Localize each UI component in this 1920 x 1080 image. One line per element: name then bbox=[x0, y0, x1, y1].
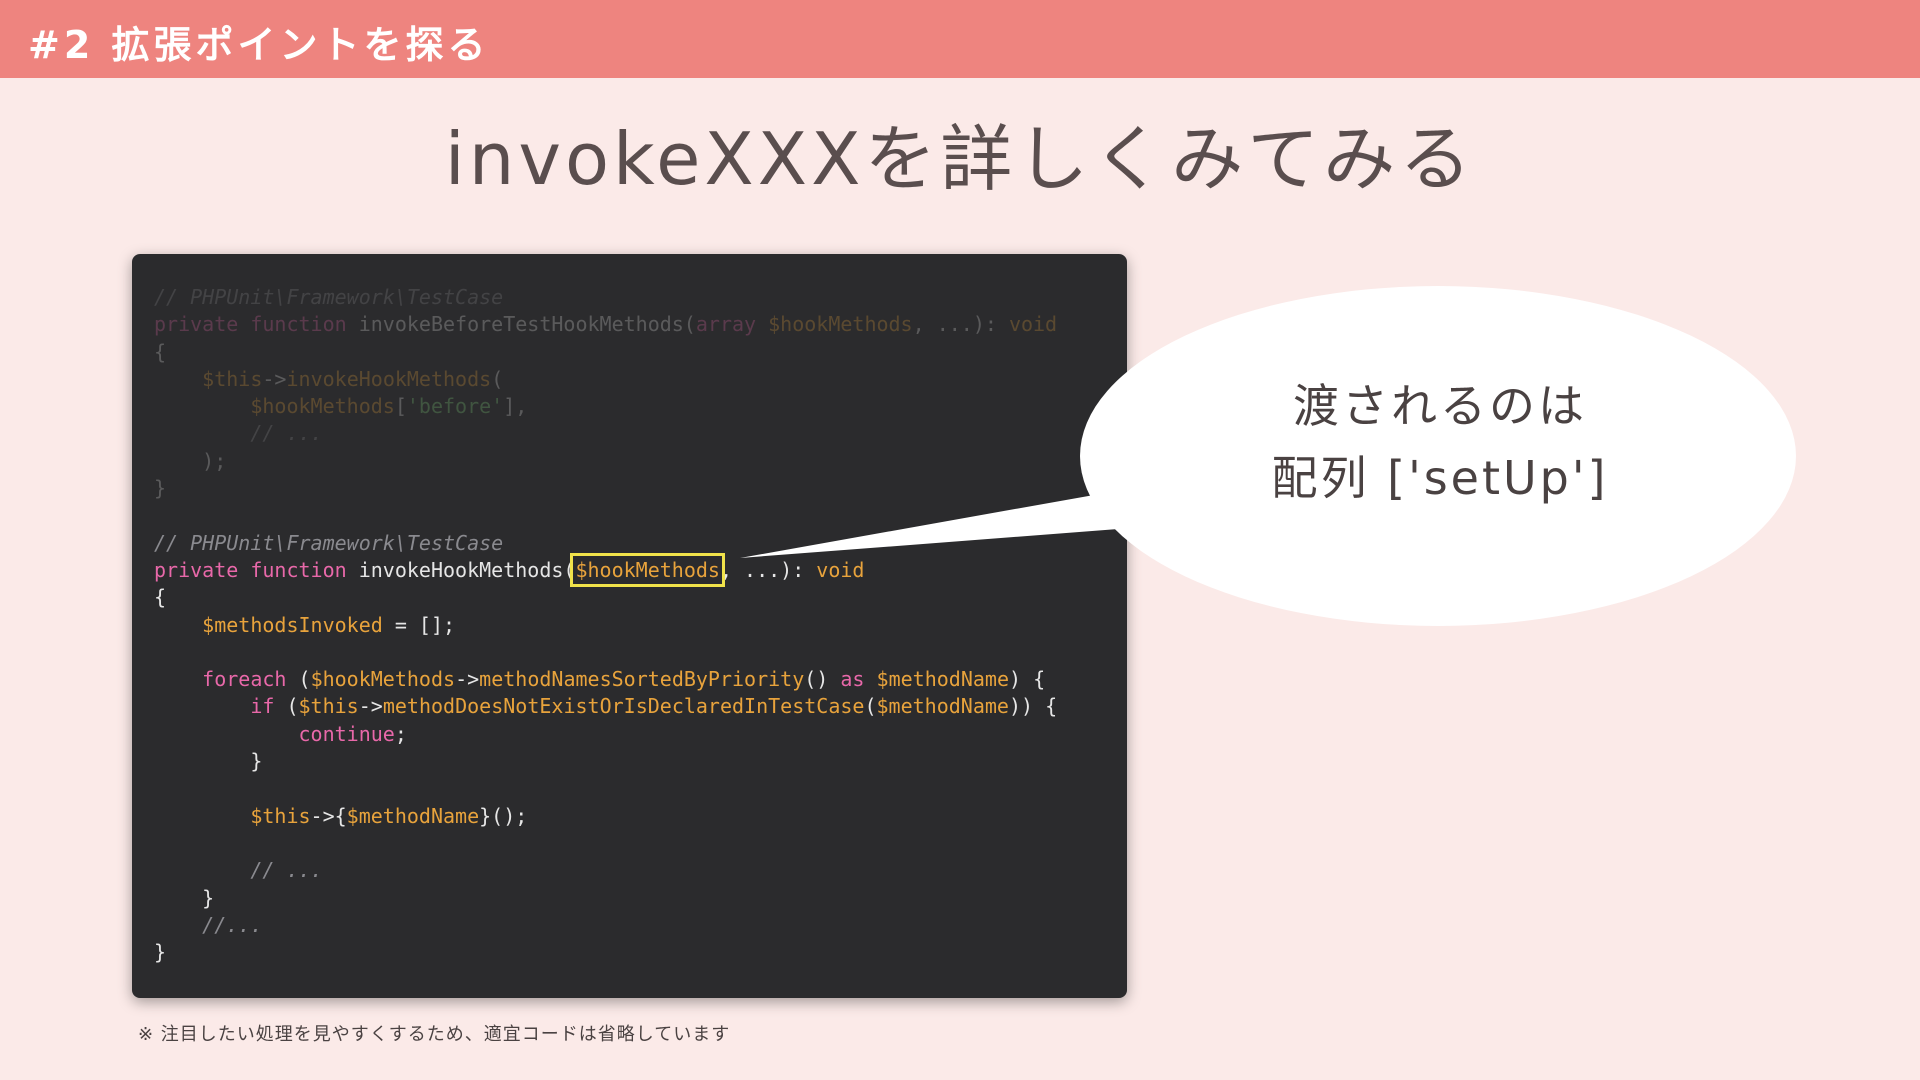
code-token: ( bbox=[864, 694, 877, 719]
code-token: continue bbox=[298, 721, 395, 746]
code-token: // ... bbox=[250, 421, 323, 446]
code-token: //... bbox=[202, 912, 263, 937]
code-token: ->{ bbox=[310, 803, 347, 828]
code-token: [ bbox=[394, 394, 407, 419]
code-token: }(); bbox=[479, 803, 528, 828]
code-token: = []; bbox=[382, 612, 456, 637]
code-token: ) { bbox=[1008, 667, 1046, 692]
code-token: methodNamesSortedByPriority bbox=[479, 667, 805, 692]
code-token: () bbox=[804, 667, 841, 692]
code-line: } bbox=[154, 939, 1057, 966]
code-token: 'before' bbox=[406, 394, 504, 419]
code-token: { bbox=[154, 339, 167, 364]
code-line: continue; bbox=[154, 721, 1057, 748]
code-line: // ... bbox=[154, 857, 1057, 884]
code-token: // PHPUnit\Framework\TestCase bbox=[154, 285, 504, 309]
code-token: as bbox=[840, 667, 865, 692]
header-bar: #2 拡張ポイントを探る bbox=[0, 0, 1920, 78]
bubble-line-2: 配列 ['setUp'] bbox=[1271, 451, 1609, 505]
code-token: private function bbox=[154, 312, 359, 337]
code-token: $this bbox=[202, 366, 263, 391]
code-token: invokeHookMethods( bbox=[358, 557, 576, 582]
code-token: private function bbox=[154, 557, 359, 582]
code-token: -> bbox=[455, 667, 480, 692]
code-token: -> bbox=[358, 694, 383, 719]
bubble-text: 渡されるのは 配列 ['setUp'] bbox=[1170, 370, 1710, 514]
code-line: foreach ($hookMethods->methodNamesSorted… bbox=[154, 666, 1057, 693]
code-line: if ($this->methodDoesNotExistOrIsDeclare… bbox=[154, 693, 1057, 720]
code-line: //... bbox=[154, 912, 1057, 939]
code-token: foreach bbox=[202, 667, 287, 692]
code-token: methodDoesNotExistOrIsDeclaredInTestCase bbox=[382, 694, 865, 719]
code-token: { bbox=[154, 585, 167, 610]
code-token: $methodName bbox=[876, 694, 1009, 719]
code-token: // PHPUnit\Framework\TestCase bbox=[154, 530, 504, 555]
code-token: ( bbox=[286, 667, 311, 692]
code-token: ( bbox=[491, 366, 504, 391]
section-title: #2 拡張ポイントを探る bbox=[28, 23, 490, 67]
code-token: ); bbox=[154, 448, 227, 473]
highlighted-parameter: $hookMethods bbox=[570, 552, 725, 587]
code-line: } bbox=[154, 748, 1057, 775]
code-token: $hookMethods bbox=[250, 394, 395, 419]
speech-bubble-tail bbox=[740, 485, 1170, 558]
code-token: } bbox=[154, 885, 215, 910]
code-token: $this bbox=[298, 694, 359, 719]
code-token: } bbox=[154, 749, 263, 774]
code-line: $this->{$methodName}(); bbox=[154, 803, 1057, 830]
code-token: )) { bbox=[1008, 694, 1058, 719]
code-token: invokeBeforeTestHookMethods( bbox=[358, 312, 696, 337]
code-token: ( bbox=[274, 694, 299, 719]
code-token: invokeHookMethods bbox=[286, 366, 492, 391]
code-token: } bbox=[154, 476, 167, 501]
code-token: // ... bbox=[250, 858, 323, 883]
code-token: $methodsInvoked bbox=[202, 612, 383, 637]
code-token: ; bbox=[394, 721, 407, 746]
code-token: } bbox=[154, 940, 167, 965]
code-token: ], bbox=[503, 394, 528, 419]
code-token: if bbox=[250, 694, 275, 719]
footnote: ※ 注目したい処理を見やすくするため、適宜コードは省略しています bbox=[138, 1024, 731, 1045]
code-token: $methodName bbox=[876, 667, 1009, 692]
slide-title: invokeXXXを詳しくみてみる bbox=[444, 117, 1476, 201]
code-token: $methodName bbox=[346, 803, 480, 828]
code-token: $hookMethods bbox=[310, 667, 456, 692]
bubble-line-1: 渡されるのは bbox=[1293, 379, 1587, 433]
code-line: } bbox=[154, 885, 1057, 912]
code-token: $this bbox=[250, 803, 311, 828]
code-token: -> bbox=[262, 366, 287, 391]
